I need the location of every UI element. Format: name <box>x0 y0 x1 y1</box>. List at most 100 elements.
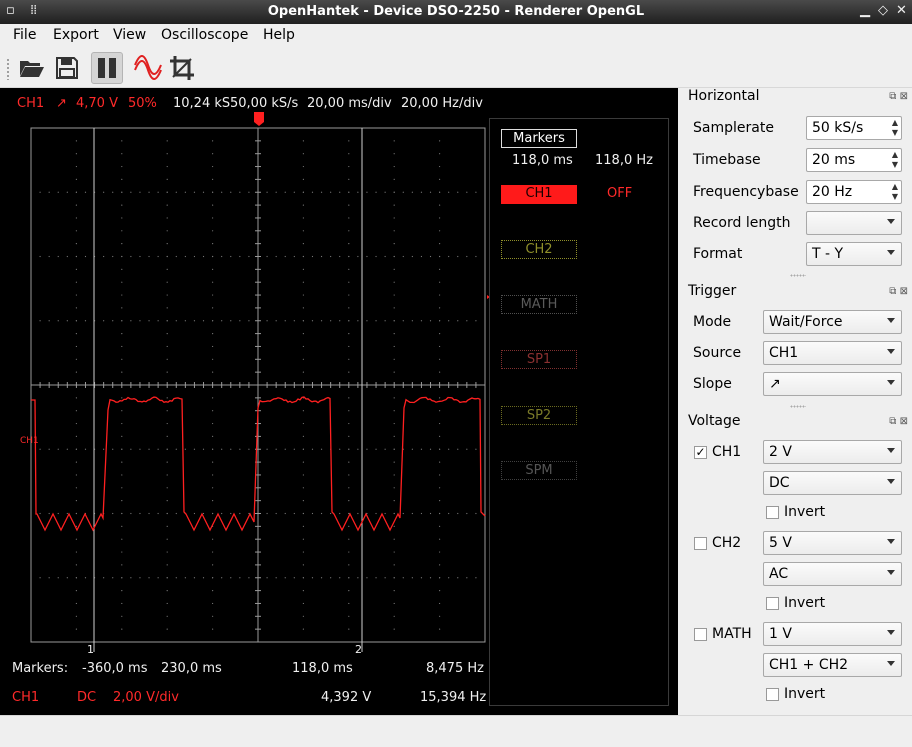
ch2-invert-label: Invert <box>784 595 825 611</box>
math-invert-checkbox[interactable] <box>766 688 779 701</box>
pause-icon <box>95 56 119 80</box>
ch2-label: CH2 <box>712 535 741 551</box>
window-titlebar: ▫ ⁞⁞ OpenHantek - Device DSO-2250 - Rend… <box>0 0 912 24</box>
spinbox-arrows-icon[interactable]: ▲ ▼ <box>892 182 898 202</box>
ch1-marker-state[interactable]: OFF <box>607 186 632 201</box>
close-icon[interactable]: ✕ <box>896 3 907 18</box>
pause-button[interactable] <box>91 52 123 84</box>
menu-file[interactable]: File <box>13 27 36 43</box>
frequencybase-label: Frequencybase <box>693 184 799 200</box>
frequencybase-spinbox[interactable]: 20 Hz ▲ ▼ <box>806 180 902 204</box>
trigger-level: 4,70 V <box>76 96 118 111</box>
math-mode-combo[interactable]: CH1 + CH2 <box>763 653 902 677</box>
spinbox-arrows-icon[interactable]: ▲ ▼ <box>892 118 898 138</box>
window-title: OpenHantek - Device DSO-2250 - Renderer … <box>0 4 912 19</box>
sp2-marker-button[interactable]: SP2 <box>501 406 577 425</box>
digital-phosphor-button[interactable] <box>132 52 164 84</box>
marker-delta-time: 118,0 ms <box>292 661 353 676</box>
toolbar <box>0 48 912 88</box>
ch1-invert-checkbox[interactable] <box>766 506 779 519</box>
chevron-down-icon <box>887 661 895 666</box>
ch2-gain-combo[interactable]: 5 V <box>763 531 902 555</box>
chevron-down-icon <box>887 318 895 323</box>
marker-1-label[interactable]: 1 <box>87 643 94 656</box>
save-icon <box>55 56 79 80</box>
trigger-dock-float-close-icon[interactable]: ⧉ ⊠ <box>889 286 908 297</box>
scope-grid <box>31 128 485 652</box>
ch1-invert-label: Invert <box>784 504 825 520</box>
trigger-dock-title: Trigger <box>688 283 736 299</box>
ch1-vdiv-readout: 2,00 V/div <box>113 690 179 705</box>
math-enable-checkbox[interactable] <box>694 628 707 641</box>
math-marker-button[interactable]: MATH <box>501 295 577 314</box>
marker-frequency: 8,475 Hz <box>426 661 484 676</box>
marker-2-label[interactable]: 2 <box>355 643 362 656</box>
ch1-axis-label: CH1 <box>20 436 39 446</box>
timebase-spinbox[interactable]: 20 ms ▲ ▼ <box>806 148 902 172</box>
markers-time: 118,0 ms <box>512 153 573 168</box>
chevron-down-icon <box>887 349 895 354</box>
ch2-enable-checkbox[interactable] <box>694 537 707 550</box>
dock-splitter[interactable] <box>790 274 806 277</box>
timebase-readout: 20,00 ms/div <box>307 96 392 111</box>
menu-export[interactable]: Export <box>53 27 99 43</box>
markers-label: Markers: <box>12 661 68 676</box>
menu-view[interactable]: View <box>113 27 146 43</box>
zoom-button[interactable] <box>166 52 198 84</box>
voltage-dock-title: Voltage <box>688 413 741 429</box>
trigger-position-marker <box>254 112 264 126</box>
menu-help[interactable]: Help <box>263 27 295 43</box>
ch2-invert-checkbox[interactable] <box>766 597 779 610</box>
samplerate-readout: 50,00 kS/s <box>230 96 298 111</box>
samplerate-spinbox[interactable]: 50 kS/s ▲ ▼ <box>806 116 902 140</box>
save-button[interactable] <box>51 52 83 84</box>
spm-marker-button[interactable]: SPM <box>501 461 577 480</box>
chevron-down-icon <box>887 479 895 484</box>
chevron-down-icon <box>887 448 895 453</box>
ch2-marker-button[interactable]: CH2 <box>501 240 577 259</box>
ch1-enable-checkbox[interactable]: ✓ <box>694 446 707 459</box>
toolbar-grip[interactable] <box>6 58 10 80</box>
waveform-icon <box>134 55 162 81</box>
math-invert-label: Invert <box>784 686 825 702</box>
open-button[interactable] <box>16 52 48 84</box>
markers-frequency: 118,0 Hz <box>595 153 653 168</box>
trigger-source-combo[interactable]: CH1 <box>763 341 902 365</box>
trigger-slope-label: Slope <box>693 376 732 392</box>
chevron-down-icon <box>887 219 895 224</box>
ch2-coupling-combo[interactable]: AC <box>763 562 902 586</box>
trigger-slope-indicator: ↗ <box>56 96 67 111</box>
chevron-down-icon <box>887 380 895 385</box>
chevron-down-icon <box>887 539 895 544</box>
crop-icon <box>169 55 195 81</box>
timebase-label: Timebase <box>693 152 761 168</box>
format-combo[interactable]: T - Y <box>806 242 902 266</box>
ch1-gain-combo[interactable]: 2 V <box>763 440 902 464</box>
ch1-frequency-readout: 15,394 Hz <box>420 690 486 705</box>
scope-view[interactable]: CH1 ↗ 4,70 V 50% 10,24 kS 50,00 kS/s 20,… <box>0 88 678 715</box>
spinbox-arrows-icon[interactable]: ▲ ▼ <box>892 150 898 170</box>
trigger-slope-combo[interactable]: ↗ <box>763 372 902 396</box>
scope-ch-label: CH1 <box>17 96 44 111</box>
chevron-down-icon <box>887 630 895 635</box>
dock-splitter[interactable] <box>790 405 806 408</box>
marker-2-time: 230,0 ms <box>161 661 222 676</box>
voltage-dock-float-close-icon[interactable]: ⧉ ⊠ <box>889 416 908 427</box>
math-gain-combo[interactable]: 1 V <box>763 622 902 646</box>
trigger-mode-combo[interactable]: Wait/Force <box>763 310 902 334</box>
math-label: MATH <box>712 626 752 642</box>
ch1-voltage-readout: 4,392 V <box>321 690 371 705</box>
folder-open-icon <box>19 57 45 79</box>
status-bar <box>0 715 912 747</box>
samplerate-label: Samplerate <box>693 120 774 136</box>
markers-title[interactable]: Markers <box>501 129 577 148</box>
horizontal-dock-float-close-icon[interactable]: ⧉ ⊠ <box>889 91 908 102</box>
menu-oscilloscope[interactable]: Oscilloscope <box>161 27 248 43</box>
ch1-marker-button[interactable]: CH1 <box>501 185 577 204</box>
ch1-coupling-combo[interactable]: DC <box>763 471 902 495</box>
minimize-icon[interactable]: ▁ <box>860 3 870 18</box>
record-length-combo[interactable] <box>806 211 902 235</box>
sp1-marker-button[interactable]: SP1 <box>501 350 577 369</box>
maximize-icon[interactable]: ◇ <box>878 3 888 18</box>
horizontal-dock-title: Horizontal <box>688 88 759 104</box>
